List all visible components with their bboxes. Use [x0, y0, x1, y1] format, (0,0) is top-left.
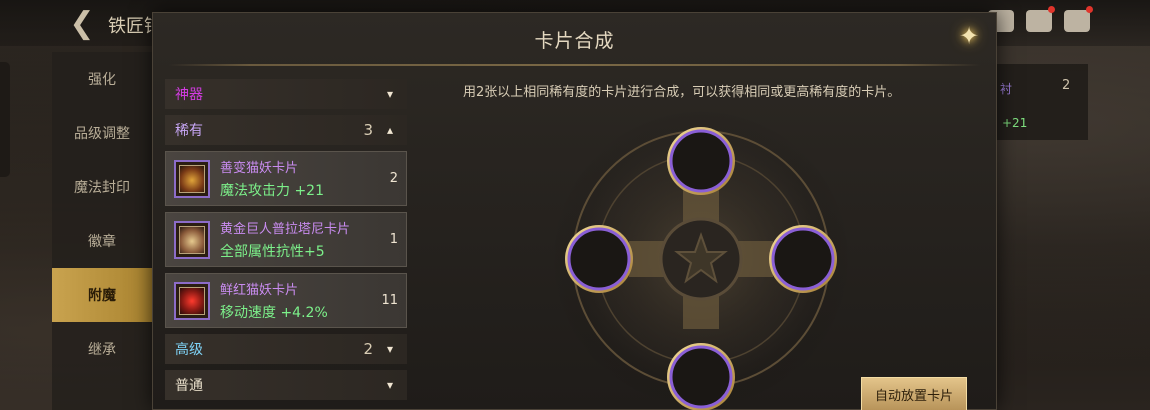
- crimson-cat-demon-card-icon: [174, 281, 210, 320]
- tab-inherit[interactable]: 继承: [52, 322, 152, 376]
- card-synthesis-dialog: 卡片合成 ✦ 神器 ▾ 稀有 3 ▴ 善变猫妖卡片 魔法攻击力 +21 2 黄金…: [152, 12, 997, 410]
- card-item[interactable]: 鲜红猫妖卡片 移动速度 +4.2% 11: [165, 273, 407, 328]
- background-info-panel: 衬 2 +21: [996, 64, 1088, 140]
- chevron-up-icon: ▴: [386, 123, 394, 137]
- category-normal[interactable]: 普通 ▾: [165, 370, 407, 400]
- left-edge-handle[interactable]: [0, 62, 10, 177]
- category-label: 稀有: [175, 123, 203, 139]
- category-count: 3: [363, 121, 373, 139]
- category-rare[interactable]: 稀有 3 ▴: [165, 115, 407, 145]
- synthesis-circle: [551, 111, 851, 410]
- auto-place-cards-button[interactable]: 自动放置卡片: [861, 377, 967, 410]
- card-quantity: 1: [389, 232, 398, 247]
- tab-enchant[interactable]: 附魔: [52, 268, 152, 322]
- notification-dot: [1048, 6, 1055, 13]
- synthesis-description: 用2张以上相同稀有度的卡片进行合成，可以获得相同或更高稀有度的卡片。: [463, 85, 901, 100]
- card-stat: 全部属性抗性+5: [220, 244, 325, 260]
- category-count: 2: [363, 340, 373, 358]
- card-slot-bottom[interactable]: [667, 343, 735, 410]
- category-artifact[interactable]: 神器 ▾: [165, 79, 407, 109]
- tab-grade-adjust[interactable]: 品级调整: [52, 106, 152, 160]
- chevron-down-icon: ▾: [386, 342, 394, 356]
- card-name: 鲜红猫妖卡片: [220, 283, 299, 298]
- card-quantity: 11: [381, 293, 398, 308]
- dialog-title: 卡片合成: [534, 29, 615, 52]
- card-stat: 移动速度 +4.2%: [220, 305, 328, 321]
- tab-magic-seal[interactable]: 魔法封印: [52, 160, 152, 214]
- card-slot-top[interactable]: [667, 127, 735, 195]
- card-name: 善变猫妖卡片: [220, 161, 299, 176]
- arrow-left-icon: ❮: [69, 5, 95, 41]
- close-star-icon: ✦: [958, 22, 980, 50]
- card-slot-right[interactable]: [769, 225, 837, 293]
- mail-icon[interactable]: [1026, 6, 1055, 32]
- back-button[interactable]: ❮: [64, 5, 100, 41]
- card-item[interactable]: 善变猫妖卡片 魔法攻击力 +21 2: [165, 151, 407, 206]
- cat-demon-card-icon: [174, 159, 210, 198]
- header-divider: [169, 64, 980, 66]
- sidebar-tabs: 强化 品级调整 魔法封印 徽章 附魔 继承: [52, 52, 152, 410]
- golden-giant-card-icon: [174, 220, 210, 259]
- card-list: 神器 ▾ 稀有 3 ▴ 善变猫妖卡片 魔法攻击力 +21 2 黄金巨人普拉塔尼卡…: [165, 79, 407, 406]
- category-label: 神器: [175, 87, 203, 103]
- background-stat: +21: [1002, 116, 1028, 130]
- background-count: 2: [1062, 78, 1071, 93]
- chat-icon[interactable]: [1064, 6, 1093, 32]
- background-label: 衬: [1000, 82, 1013, 96]
- card-stat: 魔法攻击力 +21: [220, 183, 324, 199]
- card-item[interactable]: 黄金巨人普拉塔尼卡片 全部属性抗性+5 1: [165, 212, 407, 267]
- card-quantity: 2: [389, 171, 398, 186]
- dialog-header: 卡片合成: [153, 13, 996, 65]
- category-label: 高级: [175, 342, 203, 358]
- tab-enhance[interactable]: 强化: [52, 52, 152, 106]
- card-name: 黄金巨人普拉塔尼卡片: [220, 222, 351, 237]
- chevron-down-icon: ▾: [386, 87, 394, 101]
- close-button[interactable]: ✦: [952, 19, 986, 53]
- notification-dot: [1086, 6, 1093, 13]
- category-advanced[interactable]: 高级 2 ▾: [165, 334, 407, 364]
- card-slot-left[interactable]: [565, 225, 633, 293]
- category-label: 普通: [175, 378, 203, 394]
- chevron-down-icon: ▾: [386, 378, 394, 392]
- tab-emblem[interactable]: 徽章: [52, 214, 152, 268]
